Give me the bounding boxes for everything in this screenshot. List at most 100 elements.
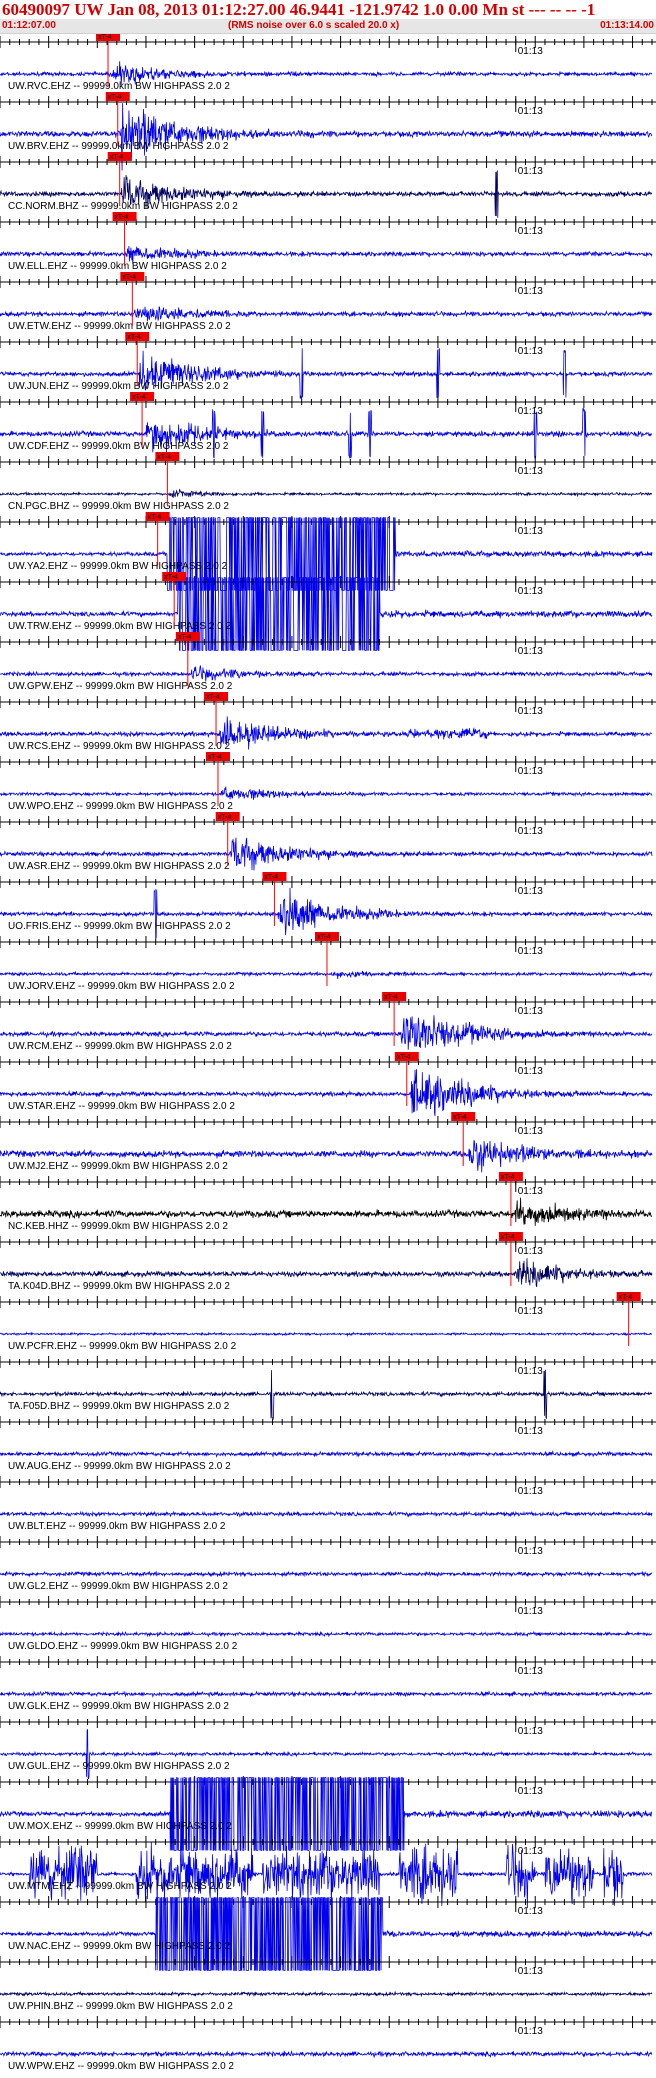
station-label: UW.BRV.EHZ -- 99999.0km BW HIGHPASS 2.0 …: [8, 141, 229, 152]
trace-panel: 01:13 UW.PHIN.BHZ -- 99999.0km BW HIGHPAS…: [0, 1956, 656, 2012]
minute-tick-label: 01:13: [518, 586, 543, 597]
minute-tick-label: 01:13: [518, 946, 543, 957]
minute-tick-label: 01:13: [518, 1366, 543, 1377]
station-label: UW.ELL.EHZ -- 99999.0km BW HIGHPASS 2.0 …: [8, 261, 227, 272]
header-bar: 60490097 UW Jan 08, 2013 01:12:27.00 46.…: [0, 0, 656, 34]
trace-panel: 01:13 NC.KEB.HHZ -- 99999.0km BW HIGHPASS…: [0, 1172, 656, 1232]
waveform-trace: [0, 2049, 653, 2059]
station-label: UW.TRW.EHZ -- 99999.0km BW HIGHPASS 2.0 …: [8, 621, 231, 632]
trace-panel: 01:13 UO.FRIS.EHZ -- 99999.0km BW HIGHPAS…: [0, 872, 656, 940]
station-label: UO.FRIS.EHZ -- 99999.0km BW HIGHPASS 2.0…: [8, 921, 231, 932]
minute-tick-label: 01:13: [518, 106, 543, 117]
minute-tick-label: 01:13: [518, 1066, 543, 1077]
station-label: UW.GLK.EHZ -- 99999.0km BW HIGHPASS 2.0 …: [8, 1701, 229, 1712]
trace-panel: 01:13 UW.TRW.EHZ -- 99999.0km BW HIGHPASS…: [0, 572, 656, 651]
station-label: CN.PGC.BHZ -- 99999.0km BW HIGHPASS 2.0 …: [8, 501, 229, 512]
rms-noise-note: (RMS noise over 6.0 s scaled 20.0 x): [228, 20, 400, 31]
trace-panel: 01:13 UW.WPO.EHZ -- 99999.0km BW HIGHPASS…: [0, 752, 656, 812]
trace-panel: 01:13 UW.STAR.EHZ -- 99999.0km BW HIGHPAS…: [0, 1052, 656, 1117]
waveform-trace: [0, 970, 653, 980]
trace-panel: 01:13 UW.JUN.EHZ -- 99999.0km BW HIGHPASS…: [0, 332, 656, 400]
trace-panel: 01:13 CN.PGC.BHZ -- 99999.0km BW HIGHPASS…: [0, 452, 656, 512]
start-time-label: 01:12:07.00: [2, 20, 56, 31]
station-label: UW.RCS.EHZ -- 99999.0km BW HIGHPASS 2.0 …: [8, 741, 231, 752]
pick-label: xT-4: [132, 394, 146, 401]
trace-panel: 01:13 CC.NORM.BHZ -- 99999.0km BW HIGHPAS…: [0, 152, 656, 218]
pick-label: xT-4: [397, 1054, 411, 1061]
minute-tick-label: 01:13: [518, 46, 543, 57]
pick-label: xT-4: [208, 754, 222, 761]
trace-panel: 01:13 UW.GPW.EHZ -- 99999.0km BW HIGHPASS…: [0, 632, 656, 692]
station-label: UW.GLDO.EHZ -- 99999.0km BW HIGHPASS 2.0…: [8, 1641, 238, 1652]
minute-tick-label: 01:13: [518, 886, 543, 897]
station-label: UW.YA2.EHZ -- 99999.0km BW HIGHPASS 2.0 …: [8, 561, 228, 572]
minute-tick-label: 01:13: [518, 1246, 543, 1257]
station-label: CC.NORM.BHZ -- 99999.0km BW HIGHPASS 2.0…: [8, 201, 238, 212]
event-title: 60490097 UW Jan 08, 2013 01:12:27.00 46.…: [2, 0, 596, 19]
minute-tick-label: 01:13: [518, 346, 543, 357]
minute-tick-label: 01:13: [518, 1906, 543, 1917]
station-label: UW.GPW.EHZ -- 99999.0km BW HIGHPASS 2.0 …: [8, 681, 233, 692]
minute-tick-label: 01:13: [518, 2026, 543, 2037]
station-label: UW.GUL.EHZ -- 99999.0km BW HIGHPASS 2.0 …: [8, 1761, 230, 1772]
waveform-trace: [0, 1990, 653, 1998]
trace-panel: 01:13 TA.K04D.BHZ -- 99999.0km BW HIGHPAS…: [0, 1232, 656, 1292]
pick-label: xT-4: [453, 1114, 467, 1121]
pick-label: xT-4: [98, 34, 112, 41]
minute-tick-label: 01:13: [518, 406, 543, 417]
trace-panel: 01:13 UW.JORV.EHZ -- 99999.0km BW HIGHPAS…: [0, 932, 656, 992]
minute-tick-label: 01:13: [518, 466, 543, 477]
waveform-trace: [0, 1690, 653, 1698]
station-label: UW.JUN.EHZ -- 99999.0km BW HIGHPASS 2.0 …: [8, 381, 229, 392]
waveform-trace: [0, 1570, 653, 1578]
trace-panel: 01:13 UW.RCM.EHZ -- 99999.0km BW HIGHPASS…: [0, 992, 656, 1052]
station-label: UW.NAC.EHZ -- 99999.0km BW HIGHPASS 2.0 …: [8, 1941, 231, 1952]
pick-label: xT-4: [122, 274, 136, 281]
trace-panel: 01:13 UW.RVC.EHZ -- 99999.0km BW HIGHPASS…: [0, 34, 656, 92]
trace-panel: 01:13 UW.AUG.EHZ -- 99999.0km BW HIGHPASS…: [0, 1416, 656, 1472]
minute-tick-label: 01:13: [518, 1966, 543, 1977]
station-label: UW.BLT.EHZ -- 99999.0km BW HIGHPASS 2.0 …: [8, 1521, 226, 1532]
station-label: UW.WPW.EHZ -- 99999.0km BW HIGHPASS 2.0 …: [8, 2061, 234, 2072]
trace-panel: 01:13 UW.GLDO.EHZ -- 99999.0km BW HIGHPAS…: [0, 1596, 656, 1652]
trace-panel: 01:13 UW.ETW.EHZ -- 99999.0km BW HIGHPASS…: [0, 272, 656, 332]
station-label: TA.K04D.BHZ -- 99999.0km BW HIGHPASS 2.0…: [8, 1281, 230, 1292]
minute-tick-label: 01:13: [518, 526, 543, 537]
minute-tick-label: 01:13: [518, 1126, 543, 1137]
station-label: UW.GL2.EHZ -- 99999.0km BW HIGHPASS 2.0 …: [8, 1581, 228, 1592]
trace-panel: 01:13 TA.F05D.BHZ -- 99999.0km BW HIGHPAS…: [0, 1356, 656, 1421]
seismogram-plot: 01:13 UW.RVC.EHZ -- 99999.0km BW HIGHPASS…: [0, 34, 656, 2072]
waveform-trace: [0, 1369, 653, 1421]
end-time-label: 01:13:14.00: [600, 20, 654, 31]
station-label: UW.AUG.EHZ -- 99999.0km BW HIGHPASS 2.0 …: [8, 1461, 231, 1472]
pick-label: xT-4: [157, 454, 171, 461]
trace-panel: 01:13 UW.ASR.EHZ -- 99999.0km BW HIGHPASS…: [0, 812, 656, 872]
station-label: TA.F05D.BHZ -- 99999.0km BW HIGHPASS 2.0…: [8, 1401, 230, 1412]
pick-label: xT-4: [110, 154, 124, 161]
minute-tick-label: 01:13: [518, 1486, 543, 1497]
pick-label: xT-4: [619, 1294, 633, 1301]
pick-label: xT-4: [206, 694, 220, 701]
pick-label: xT-4: [264, 874, 278, 881]
station-label: UW.MOX.EHZ -- 99999.0km BW HIGHPASS 2.0 …: [8, 1821, 232, 1832]
trace-panel: 01:13 UW.ELL.EHZ -- 99999.0km BW HIGHPASS…: [0, 212, 656, 272]
minute-tick-label: 01:13: [518, 1726, 543, 1737]
minute-tick-label: 01:13: [518, 226, 543, 237]
minute-tick-label: 01:13: [518, 826, 543, 837]
station-label: UW.PCFR.EHZ -- 99999.0km BW HIGHPASS 2.0…: [8, 1341, 237, 1352]
waveform-trace: [0, 786, 653, 800]
minute-tick-label: 01:13: [518, 1606, 543, 1617]
minute-tick-label: 01:13: [518, 286, 543, 297]
trace-panel: 01:13 UW.MJ2.EHZ -- 99999.0km BW HIGHPASS…: [0, 1112, 656, 1173]
time-range-bar: 01:12:07.00 (RMS noise over 6.0 s scaled…: [0, 19, 656, 34]
minute-tick-label: 01:13: [518, 1426, 543, 1437]
trace-panel: 01:13 UW.MOX.EHZ -- 99999.0km BW HIGHPASS…: [0, 1776, 656, 1851]
station-label: UW.STAR.EHZ -- 99999.0km BW HIGHPASS 2.0…: [8, 1101, 235, 1112]
minute-tick-label: 01:13: [518, 166, 543, 177]
station-label: UW.JORV.EHZ -- 99999.0km BW HIGHPASS 2.0…: [8, 981, 235, 992]
minute-tick-label: 01:13: [518, 646, 543, 657]
waveform-trace: [0, 1630, 653, 1638]
trace-panel: 01:13 UW.GL2.EHZ -- 99999.0km BW HIGHPASS…: [0, 1536, 656, 1592]
minute-tick-label: 01:13: [518, 1666, 543, 1677]
trace-panel: 01:13 UW.CDF.EHZ -- 99999.0km BW HIGHPASS…: [0, 392, 656, 460]
